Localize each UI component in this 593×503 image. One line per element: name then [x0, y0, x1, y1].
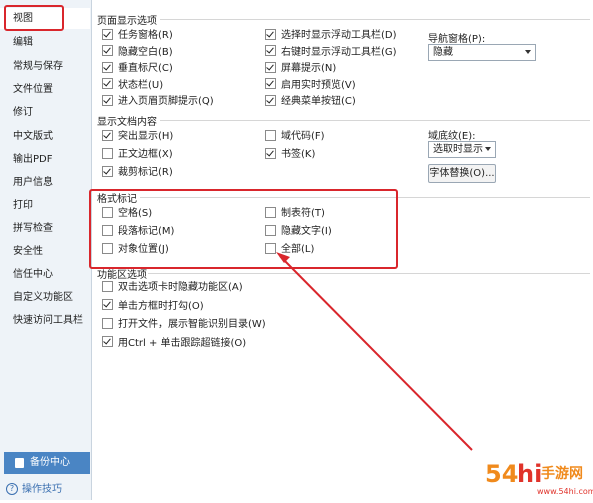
svg-text:54: 54	[485, 460, 518, 488]
backup-icon	[15, 458, 24, 468]
operation-tips-link[interactable]: ? 操作技巧	[6, 480, 62, 495]
annotation-arrow	[276, 252, 473, 451]
sidebar-item-3[interactable]: 文件位置	[0, 79, 90, 100]
backup-center-label: 备份中心	[30, 457, 70, 468]
sidebar-item-4[interactable]: 修订	[0, 102, 90, 123]
watermark-logo: 54 hi 手游网 www.54hi.com	[483, 452, 593, 500]
sidebar-item-12[interactable]: 自定义功能区	[0, 287, 90, 308]
sidebar-item-10[interactable]: 安全性	[0, 241, 90, 262]
sidebar-item-label: 用户信息	[13, 177, 53, 188]
sidebar-item-label: 编辑	[13, 37, 33, 48]
sidebar-item-label: 自定义功能区	[13, 292, 73, 303]
sidebar-item-8[interactable]: 打印	[0, 195, 90, 216]
svg-text:hi: hi	[517, 460, 542, 488]
sidebar-item-label: 输出PDF	[13, 154, 53, 165]
sidebar-item-2[interactable]: 常规与保存	[0, 56, 90, 77]
sidebar-item-label: 常规与保存	[13, 61, 63, 72]
sidebar-item-13[interactable]: 快速访问工具栏	[0, 310, 90, 331]
sidebar-item-11[interactable]: 信任中心	[0, 264, 90, 285]
highlight-box	[4, 5, 64, 31]
question-icon: ?	[6, 483, 18, 495]
sidebar-item-label: 拼写检查	[13, 223, 53, 234]
sidebar-item-label: 信任中心	[13, 269, 53, 280]
sidebar-item-label: 中文版式	[13, 131, 53, 142]
svg-text:手游网: 手游网	[541, 465, 583, 482]
tips-label: 操作技巧	[22, 484, 62, 495]
sidebar-item-7[interactable]: 用户信息	[0, 172, 90, 193]
sidebar-item-9[interactable]: 拼写检查	[0, 218, 90, 239]
sidebar-item-0[interactable]: 视图	[0, 5, 90, 31]
sidebar-item-1[interactable]: 编辑	[0, 32, 90, 53]
options-panel: 页面显示选项 任务窗格(R) 隐藏空白(B) 垂直标尺(C) 状态栏(U) 进入页眉页脚…	[89, 0, 593, 500]
sidebar-item-5[interactable]: 中文版式	[0, 126, 90, 147]
sidebar-item-label: 快速访问工具栏	[13, 315, 83, 326]
backup-center-button[interactable]: 备份中心	[4, 452, 90, 474]
options-sidebar: 视图编辑常规与保存文件位置修订中文版式输出PDF 用户信息打印拼写检查安全性信任中…	[0, 0, 92, 500]
sidebar-item-label: 安全性	[13, 246, 43, 257]
sidebar-item-6[interactable]: 输出PDF	[0, 149, 90, 170]
sidebar-item-label: 打印	[13, 200, 33, 211]
sidebar-item-label: 修订	[13, 107, 33, 118]
svg-text:www.54hi.com: www.54hi.com	[537, 487, 593, 496]
sidebar-item-label: 文件位置	[13, 84, 53, 95]
